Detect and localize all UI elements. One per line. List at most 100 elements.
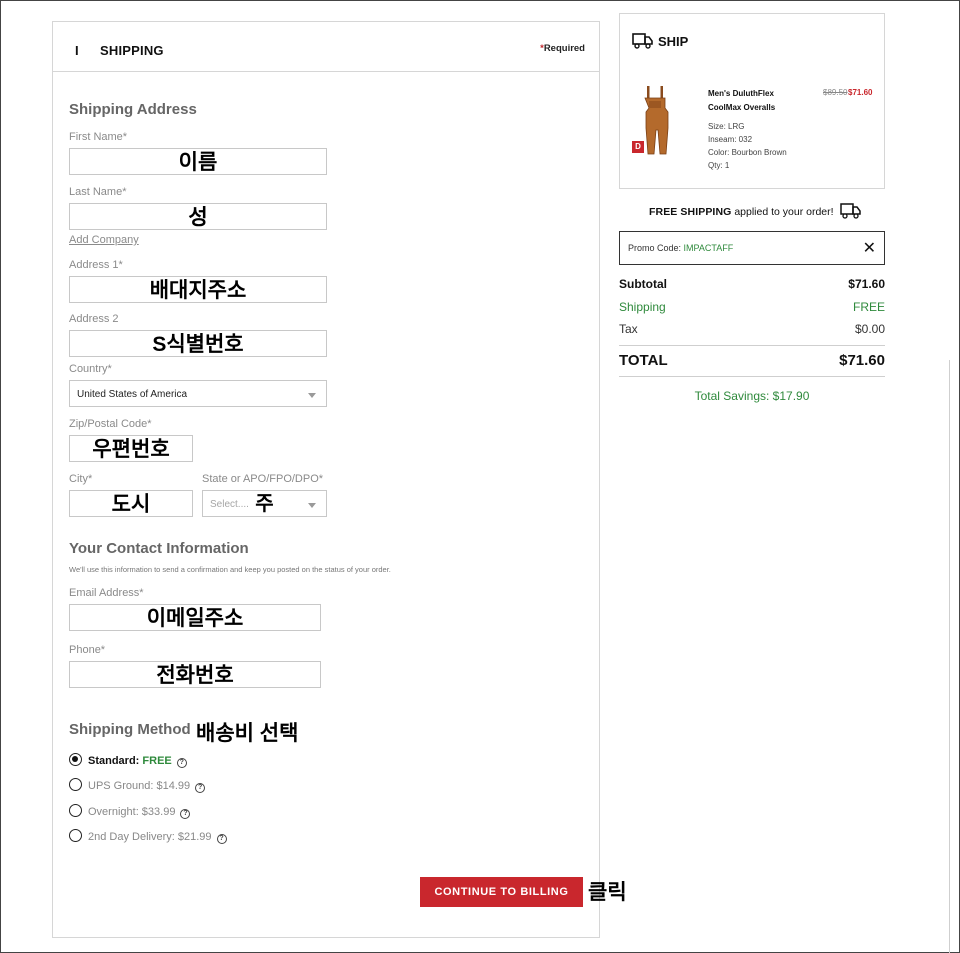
- summary-divider: [619, 376, 885, 377]
- click-annotation: 클릭: [588, 881, 627, 904]
- option-ups-ground[interactable]: UPS Ground: $14.99?: [88, 780, 206, 793]
- continue-to-billing-button[interactable]: CONTINUE TO BILLING: [420, 877, 583, 907]
- tax-value: $0.00: [854, 322, 885, 336]
- radio-overnight[interactable]: [69, 804, 82, 817]
- help-icon[interactable]: ?: [195, 783, 206, 793]
- option-2nd-day[interactable]: 2nd Day Delivery: $21.99?: [88, 831, 227, 844]
- chevron-down-icon: [308, 503, 316, 508]
- state-label: State or APO/FPO/DPO*: [202, 473, 324, 485]
- free-shipping-rest: applied to your order!: [734, 206, 834, 218]
- radio-2nd-day[interactable]: [69, 829, 82, 842]
- cart-box: SHIP D Men's DuluthFlex CoolMax Overalls …: [619, 13, 885, 189]
- last-name-field[interactable]: 성: [69, 203, 327, 230]
- shipping-panel: I SHIPPING *Required Shipping Address Fi…: [52, 21, 600, 938]
- city-value: 도시: [111, 493, 151, 516]
- panel-title: SHIPPING: [100, 43, 164, 58]
- last-name-label: Last Name*: [69, 186, 127, 198]
- required-note: *Required: [540, 43, 585, 54]
- option-overnight[interactable]: Overnight: $33.99?: [88, 806, 191, 819]
- shipping-method-annotation: 배송비 선택: [196, 722, 299, 745]
- help-icon[interactable]: ?: [180, 809, 191, 819]
- panel-header: I SHIPPING *Required: [53, 22, 599, 72]
- help-icon[interactable]: ?: [216, 834, 227, 844]
- total-label: TOTAL: [619, 352, 668, 369]
- shipping-row: Shipping FREE: [619, 300, 885, 314]
- promo-code-box: Promo Code: IMPACTAFF ✕: [619, 231, 885, 265]
- help-icon[interactable]: ?: [176, 758, 187, 768]
- brand-badge: D: [632, 141, 644, 153]
- radio-ups-ground[interactable]: [69, 778, 82, 791]
- shipping-method-title: Shipping Method: [69, 721, 191, 738]
- option-standard-price: FREE: [142, 755, 172, 767]
- divider-line: [949, 360, 950, 953]
- product-name-line1: Men's DuluthFlex: [708, 89, 774, 98]
- zip-field[interactable]: 우편번호: [69, 435, 193, 462]
- country-value: United States of America: [77, 389, 188, 400]
- subtotal-label: Subtotal: [619, 277, 667, 291]
- option-ups-ground-label: UPS Ground: $14.99: [88, 780, 191, 792]
- zip-value: 우편번호: [92, 438, 170, 461]
- cart-title: SHIP: [658, 34, 689, 49]
- email-field[interactable]: 이메일주소: [69, 604, 321, 631]
- free-shipping-note: FREE SHIPPING applied to your order!: [649, 203, 862, 219]
- country-select[interactable]: United States of America: [69, 380, 327, 407]
- add-company-link[interactable]: Add Company: [69, 234, 139, 246]
- address2-label: Address 2: [69, 313, 119, 325]
- option-standard[interactable]: Standard: FREE?: [88, 755, 187, 768]
- total-row: TOTAL $71.60: [619, 352, 885, 369]
- summary-divider: [619, 345, 885, 346]
- truck-icon: [632, 33, 653, 49]
- country-label: Country*: [69, 363, 112, 375]
- state-select[interactable]: Select.... 주: [202, 490, 327, 517]
- phone-field[interactable]: 전화번호: [69, 661, 321, 688]
- contact-title: Your Contact Information: [69, 540, 249, 557]
- cart-header: SHIP: [632, 32, 688, 50]
- shipping-address-title: Shipping Address: [69, 101, 197, 118]
- city-field[interactable]: 도시: [69, 490, 193, 517]
- city-label: City*: [69, 473, 93, 485]
- tax-row: Tax $0.00: [619, 322, 885, 336]
- product-color: Color: Bourbon Brown: [708, 148, 787, 157]
- close-icon[interactable]: ✕: [863, 238, 876, 258]
- total-value: $71.60: [839, 352, 885, 369]
- truck-icon: [840, 203, 862, 219]
- zip-label: Zip/Postal Code*: [69, 418, 152, 430]
- address2-value: S식별번호: [152, 333, 244, 356]
- radio-standard[interactable]: [69, 753, 82, 766]
- subtotal-row: Subtotal $71.60: [619, 277, 885, 291]
- product-new-price: $71.60: [848, 88, 873, 97]
- email-label: Email Address*: [69, 587, 144, 599]
- promo-code-value: IMPACTAFF: [683, 243, 734, 253]
- address1-value: 배대지주소: [149, 279, 247, 302]
- tax-label: Tax: [619, 322, 638, 336]
- first-name-value: 이름: [178, 151, 218, 174]
- subtotal-value: $71.60: [848, 277, 885, 291]
- promo-label-text: Promo Code:: [628, 243, 682, 253]
- phone-value: 전화번호: [156, 664, 234, 687]
- chevron-down-icon: [308, 393, 316, 398]
- product-name-line2: CoolMax Overalls: [708, 103, 776, 112]
- first-name-field[interactable]: 이름: [69, 148, 327, 175]
- email-value: 이메일주소: [146, 607, 244, 630]
- address1-label: Address 1*: [69, 259, 123, 271]
- promo-label: Promo Code: IMPACTAFF: [628, 243, 733, 253]
- free-shipping-bold: FREE SHIPPING: [649, 206, 732, 218]
- phone-label: Phone*: [69, 644, 106, 656]
- product-size: Size: LRG: [708, 122, 745, 131]
- required-label: Required: [543, 43, 585, 54]
- product-old-price: $89.50: [823, 88, 848, 97]
- option-overnight-label: Overnight: $33.99: [88, 806, 176, 818]
- total-savings: Total Savings: $17.90: [694, 389, 810, 403]
- address2-field[interactable]: S식별번호: [69, 330, 327, 357]
- shipping-label: Shipping: [619, 300, 666, 314]
- contact-note: We'll use this information to send a con…: [69, 565, 391, 574]
- address1-field[interactable]: 배대지주소: [69, 276, 327, 303]
- product-inseam: Inseam: 032: [708, 135, 753, 144]
- first-name-label: First Name*: [69, 131, 128, 143]
- last-name-value: 성: [188, 206, 208, 229]
- option-2nd-day-label: 2nd Day Delivery: $21.99: [88, 831, 212, 843]
- shipping-value: FREE: [852, 300, 885, 314]
- product-name[interactable]: Men's DuluthFlex CoolMax Overalls: [708, 87, 775, 115]
- product-qty: Qty: 1: [708, 161, 730, 170]
- step-marker: I: [75, 43, 79, 58]
